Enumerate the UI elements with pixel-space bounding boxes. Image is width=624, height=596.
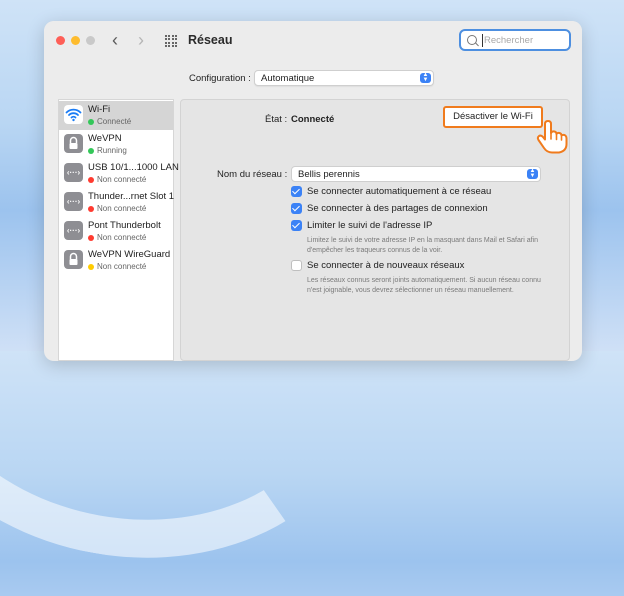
sidebar-item-status: Running <box>97 146 127 155</box>
window-title: Réseau <box>188 33 233 47</box>
sidebar-item-status: Non connecté <box>97 233 147 242</box>
sidebar-item-wifi[interactable]: Wi-Fi Connecté <box>59 101 173 130</box>
status-dot <box>88 148 94 154</box>
ethernet-icon: ‹···› <box>64 221 83 240</box>
hotspot-checkbox[interactable] <box>291 203 302 214</box>
configuration-value: Automatique <box>261 73 315 84</box>
forward-arrow-icon[interactable]: › <box>138 31 144 49</box>
hotspot-label: Se connecter à des partages de connexion <box>307 203 488 214</box>
sidebar-item-name: Thunder...rnet Slot 1 <box>88 191 175 202</box>
zoom-window-button[interactable] <box>86 36 95 45</box>
network-detail-panel: État : Connecté Désactiver le Wi-Fi Nom … <box>180 99 570 361</box>
sidebar-item-wevpn[interactable]: WeVPN Running <box>59 130 173 159</box>
sidebar-item-status: Non connecté <box>97 175 147 184</box>
close-window-button[interactable] <box>56 36 65 45</box>
ethernet-icon: ‹···› <box>64 192 83 211</box>
network-name-select[interactable]: Bellis perennis ▲ ▼ <box>291 166 541 182</box>
sidebar-item-thunderbolt-ethernet[interactable]: ‹···› Thunder...rnet Slot 1 Non connecté <box>59 188 175 217</box>
status-dot <box>88 264 94 270</box>
network-preferences-window: ‹ › Réseau Rechercher Configuration : Au… <box>44 21 582 361</box>
limit-ip-tracking-checkbox[interactable] <box>291 220 302 231</box>
sidebar-item-name: WeVPN WireGuard <box>88 249 171 260</box>
deactivate-wifi-button[interactable]: Désactiver le Wi-Fi <box>443 106 543 128</box>
sidebar-item-name: USB 10/1...1000 LAN <box>88 162 179 173</box>
sidebar-item-status: Non connecté <box>97 262 147 271</box>
configuration-select[interactable]: Automatique ▲ ▼ <box>254 70 434 86</box>
network-name-label: Nom du réseau : <box>217 169 288 180</box>
status-dot <box>88 206 94 212</box>
state-value: Connecté <box>291 114 335 125</box>
show-all-grid-icon[interactable] <box>165 35 177 47</box>
search-placeholder: Rechercher <box>484 35 534 46</box>
ask-join-networks-label: Se connecter à de nouveaux réseaux <box>307 260 465 271</box>
configuration-label: Configuration : <box>189 73 251 84</box>
pointing-hand-icon <box>535 120 571 154</box>
sidebar-item-name: Wi-Fi <box>88 104 111 115</box>
network-name-value: Bellis perennis <box>298 169 360 180</box>
limit-ip-tracking-help: Limitez le suivi de votre adresse IP en … <box>307 237 538 254</box>
sidebar-item-wevpn-wireguard[interactable]: WeVPN WireGuard Non connecté <box>59 246 173 275</box>
auto-join-label: Se connecter automatiquement à ce réseau <box>307 186 492 197</box>
status-dot <box>88 177 94 183</box>
sidebar-item-status: Non connecté <box>97 204 147 213</box>
chevron-updown-icon: ▲ ▼ <box>527 168 538 179</box>
sidebar-item-status: Connecté <box>97 117 132 126</box>
ethernet-icon: ‹···› <box>64 163 83 182</box>
sidebar-item-name: WeVPN <box>88 133 122 144</box>
auto-join-checkbox[interactable] <box>291 186 302 197</box>
minimize-window-button[interactable] <box>71 36 80 45</box>
search-field[interactable]: Rechercher <box>459 29 571 51</box>
search-icon <box>467 35 477 45</box>
sidebar-item-usb-lan[interactable]: ‹···› USB 10/1...1000 LAN Non connecté <box>59 159 179 188</box>
lock-icon <box>64 134 83 153</box>
sidebar-item-thunderbolt-bridge[interactable]: ‹···› Pont Thunderbolt Non connecté <box>59 217 173 246</box>
ask-join-networks-checkbox[interactable] <box>291 260 302 271</box>
title-bar: ‹ › Réseau Rechercher <box>44 21 582 59</box>
limit-ip-tracking-label: Limiter le suivi de l'adresse IP <box>307 220 433 231</box>
lock-icon <box>64 250 83 269</box>
chevron-updown-icon: ▲ ▼ <box>420 72 431 83</box>
ask-join-networks-help: Les réseaux connus seront joints automat… <box>307 277 541 294</box>
status-dot <box>88 235 94 241</box>
state-label: État : <box>265 114 288 125</box>
status-dot <box>88 119 94 125</box>
wifi-icon <box>64 105 83 124</box>
back-arrow-icon[interactable]: ‹ <box>112 31 118 49</box>
sidebar-item-name: Pont Thunderbolt <box>88 220 161 231</box>
text-cursor <box>482 34 483 47</box>
network-services-list: Wi-Fi Connecté WeVPN Running ‹···› USB 1… <box>58 99 179 361</box>
